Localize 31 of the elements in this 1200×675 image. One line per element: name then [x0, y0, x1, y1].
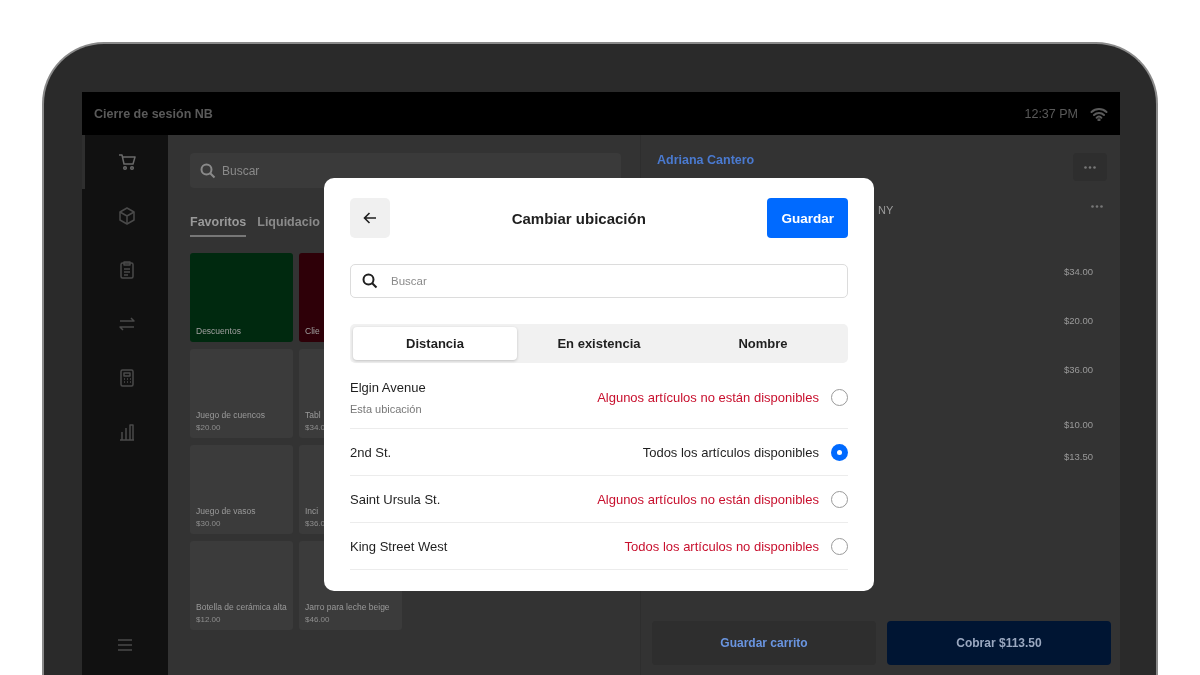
register-title: Cierre de sesión NB: [94, 106, 213, 121]
item-price: $34.00: [1063, 266, 1093, 277]
product-price: $36.0: [305, 519, 327, 528]
item-price: $10.00: [1063, 419, 1093, 430]
item-price: $36.00: [1063, 364, 1093, 375]
product-price: $46.00: [305, 615, 331, 624]
product-price: $20.00: [196, 423, 222, 432]
availability-text: Todos los artículos no disponibles: [624, 538, 819, 554]
product-name: Jarro para leche beige: [305, 602, 391, 612]
product-name: Juego de cuencos: [196, 410, 266, 420]
product-name: Inci: [305, 506, 320, 516]
location-note: Esta ubicación: [350, 403, 423, 415]
clock-time: 12:37 PM: [1024, 106, 1078, 121]
dialog-title: Cambiar ubicación: [511, 209, 646, 227]
tile-label: Clie: [305, 326, 321, 336]
address-text: NY: [878, 204, 894, 216]
product-price: $30.00: [196, 519, 222, 528]
location-name: 2nd St.: [350, 444, 393, 460]
location-name: King Street West: [350, 538, 449, 554]
product-price: $12.00: [196, 615, 222, 624]
availability-text: Algunos artículos no están disponibles: [597, 390, 819, 405]
item-price: $20.00: [1063, 315, 1093, 326]
tile-label: Descuentos: [196, 326, 242, 336]
availability-text: Algunos artículos no están disponibles: [597, 491, 819, 507]
location-name: Saint Ursula St.: [350, 491, 442, 507]
product-name: Juego de vasos: [196, 506, 257, 516]
item-price: $13.50: [1063, 451, 1093, 462]
location-name: Elgin Avenue: [350, 380, 427, 395]
product-name: Tabl: [305, 410, 322, 420]
availability-text: Todos los artículos disponibles: [642, 444, 819, 460]
product-name: Botella de cerámica alta: [196, 602, 287, 612]
